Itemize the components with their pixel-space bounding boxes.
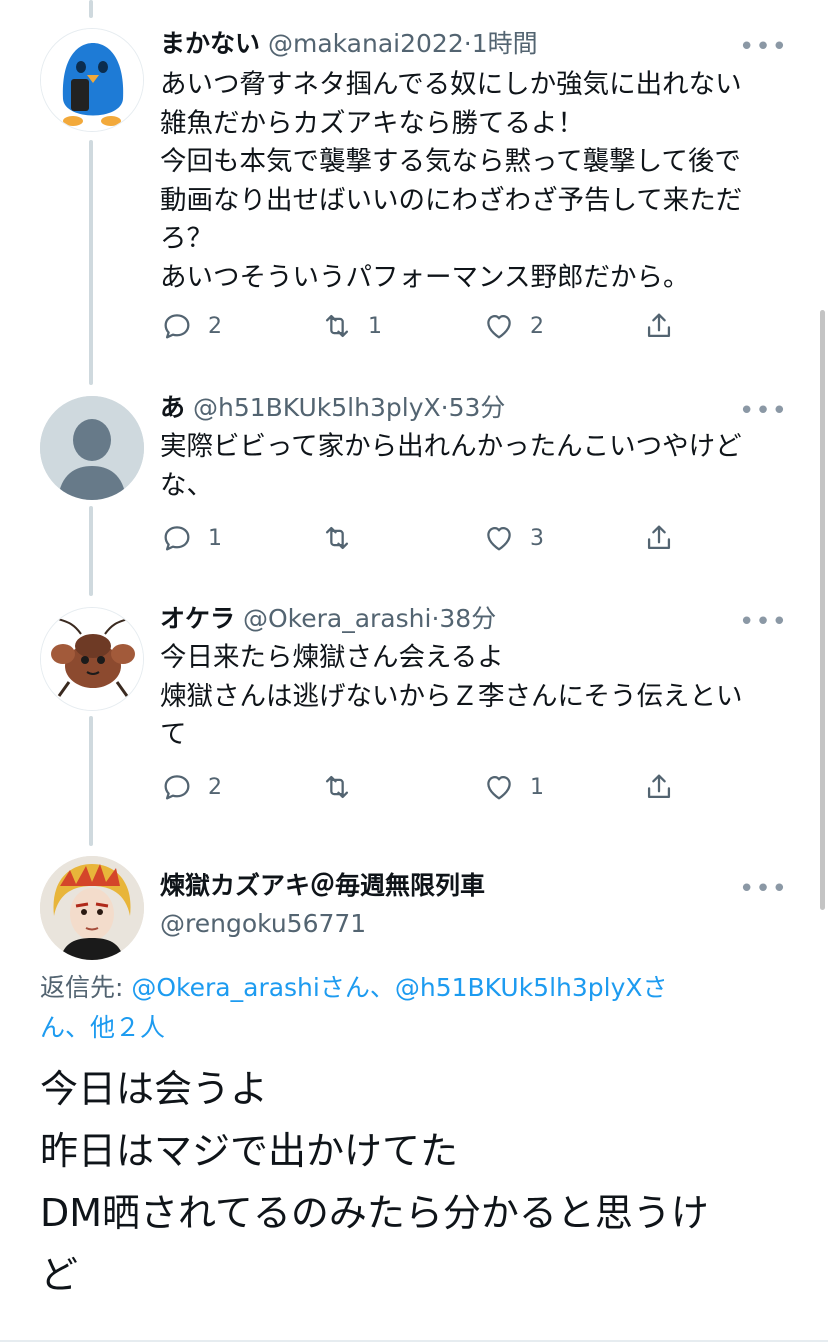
others-link[interactable]: 他２人 — [90, 1013, 165, 1042]
tweet-text-line: 煉獄さんは逃げないからＺ李さんにそう伝えとい — [160, 680, 743, 712]
user-handle[interactable]: @h51BKUk5lh3plyX — [193, 393, 441, 422]
tweet-text-line: 今日は会うよ — [40, 1067, 269, 1111]
mention-link[interactable]: @Okera_arashi — [131, 973, 319, 1002]
scrollbar[interactable] — [820, 310, 825, 910]
like-count: 1 — [530, 774, 544, 800]
tweet-text-line: DM晒されてるのみたら分かると思うけ — [40, 1191, 709, 1235]
tweet-text-line: 昨日はマジで出かけてた — [40, 1129, 459, 1173]
more-options-icon[interactable]: ••• — [739, 32, 788, 62]
share-icon — [647, 774, 671, 799]
timestamp[interactable]: 1時間 — [472, 29, 538, 58]
tweet-text-line: ど — [40, 1253, 79, 1297]
display-name[interactable]: まかない — [160, 29, 260, 58]
share-icon — [647, 525, 671, 550]
more-options-icon[interactable]: ••• — [739, 607, 788, 637]
like-button[interactable]: 3 — [482, 516, 544, 560]
tweet-text-line: て — [160, 719, 187, 750]
tweet-actions: 1 3 — [160, 516, 690, 560]
tweet-actions: 2 1 2 — [160, 304, 690, 348]
like-button[interactable]: 1 — [482, 765, 544, 809]
more-options-icon[interactable]: ••• — [739, 874, 788, 904]
display-name[interactable]: 煉獄カズアキ＠毎週無限列車 — [160, 871, 485, 900]
like-button[interactable]: 2 — [482, 304, 544, 348]
heart-icon — [487, 526, 511, 551]
reply-count: 2 — [208, 774, 222, 800]
tweet-text-line: 今日来たら煉獄さん会えるよ — [160, 642, 504, 673]
timestamp[interactable]: 38分 — [439, 604, 496, 633]
reply-suffix: さん、 — [319, 973, 395, 1002]
retweet-icon — [325, 775, 349, 799]
user-handle[interactable]: @rengoku56771 — [160, 909, 366, 938]
mention-link[interactable]: @h51BKUk5lh3plyX — [395, 973, 643, 1002]
retweet-count: 1 — [368, 313, 382, 339]
heart-icon — [487, 775, 511, 800]
main-tweet-text: 今日は会うよ 昨日はマジで出かけてた DM晒されてるのみたら分かると思うけ ど — [40, 1058, 800, 1306]
share-button[interactable] — [642, 765, 676, 809]
display-name[interactable]: オケラ — [160, 604, 235, 633]
tweet-text-line: 実際ビビって家から出れんかったんこいつやけど — [160, 431, 742, 462]
thread-line — [89, 506, 93, 596]
avatar[interactable] — [40, 856, 144, 960]
reply-icon — [164, 314, 190, 339]
share-button[interactable] — [642, 304, 676, 348]
reply-button[interactable]: 2 — [160, 765, 222, 809]
tweet-text-line: 雑魚だからカズアキなら勝てるよ！ — [160, 107, 584, 139]
tweet-actions: 2 1 — [160, 765, 690, 809]
separator-dot: · — [463, 29, 472, 58]
reply-suffix: ん、 — [40, 1013, 91, 1042]
reply-count: 1 — [208, 525, 222, 551]
tweet-text-line: あいつ脅すネタ掴んでる奴にしか強気に出れない — [160, 69, 742, 100]
tweet-text-line: あいつそういうパフォーマンス野郎だから。 — [160, 261, 690, 293]
thread-line — [89, 140, 93, 385]
display-name[interactable]: あ — [160, 393, 185, 422]
reply-count: 2 — [208, 313, 222, 339]
tweet-text: 今日来たら煉獄さん会えるよ 煉獄さんは逃げないからＺ李さんにそう伝えとい て — [160, 639, 790, 755]
thread-line — [89, 716, 93, 846]
retweet-button[interactable] — [320, 516, 368, 560]
timestamp[interactable]: 53分 — [449, 393, 506, 422]
avatar[interactable] — [40, 28, 144, 132]
thread-line — [89, 0, 93, 18]
retweet-button[interactable] — [320, 765, 368, 809]
avatar[interactable] — [40, 396, 144, 500]
retweet-button[interactable]: 1 — [320, 304, 382, 348]
reply-button[interactable]: 2 — [160, 304, 222, 348]
tweet-text: あいつ脅すネタ掴んでる奴にしか強気に出れない 雑魚だからカズアキなら勝てるよ！ … — [160, 66, 790, 297]
tweet-text: 実際ビビって家から出れんかったんこいつやけど な、 — [160, 428, 790, 505]
default-profile-avatar-icon — [40, 396, 144, 500]
tweet-text-line: な、 — [160, 469, 213, 501]
like-count: 2 — [530, 313, 544, 339]
tweet-text-line: ろ？ — [160, 223, 213, 254]
user-handle[interactable]: @Okera_arashi — [243, 604, 431, 633]
mole-cricket-avatar-icon — [41, 608, 143, 710]
blue-penguin-phone-avatar-icon — [41, 29, 143, 131]
reply-prefix: 返信先: — [40, 973, 132, 1002]
reply-suffix: さ — [642, 973, 668, 1002]
reply-context: 返信先: @Okera_arashiさん、@h51BKUk5lh3plyXさ ん… — [40, 968, 800, 1048]
reply-icon — [164, 775, 190, 800]
reply-button[interactable]: 1 — [160, 516, 222, 560]
cosplay-photo-avatar-icon — [40, 856, 144, 960]
tweet-text-line: 今回も本気で襲撃する気なら黙って襲撃して後で — [160, 146, 741, 177]
user-handle[interactable]: @makanai2022 — [268, 29, 464, 58]
retweet-icon — [325, 526, 349, 550]
share-icon — [647, 313, 671, 338]
heart-icon — [487, 314, 511, 339]
tweet-text-line: 動画なり出せばいいのにわざわざ予告して来ただ — [160, 184, 743, 216]
like-count: 3 — [530, 525, 544, 551]
retweet-icon — [325, 314, 349, 338]
more-options-icon[interactable]: ••• — [739, 396, 788, 426]
separator-dot: · — [440, 393, 449, 422]
reply-icon — [164, 526, 190, 551]
avatar[interactable] — [40, 607, 144, 711]
share-button[interactable] — [642, 516, 676, 560]
